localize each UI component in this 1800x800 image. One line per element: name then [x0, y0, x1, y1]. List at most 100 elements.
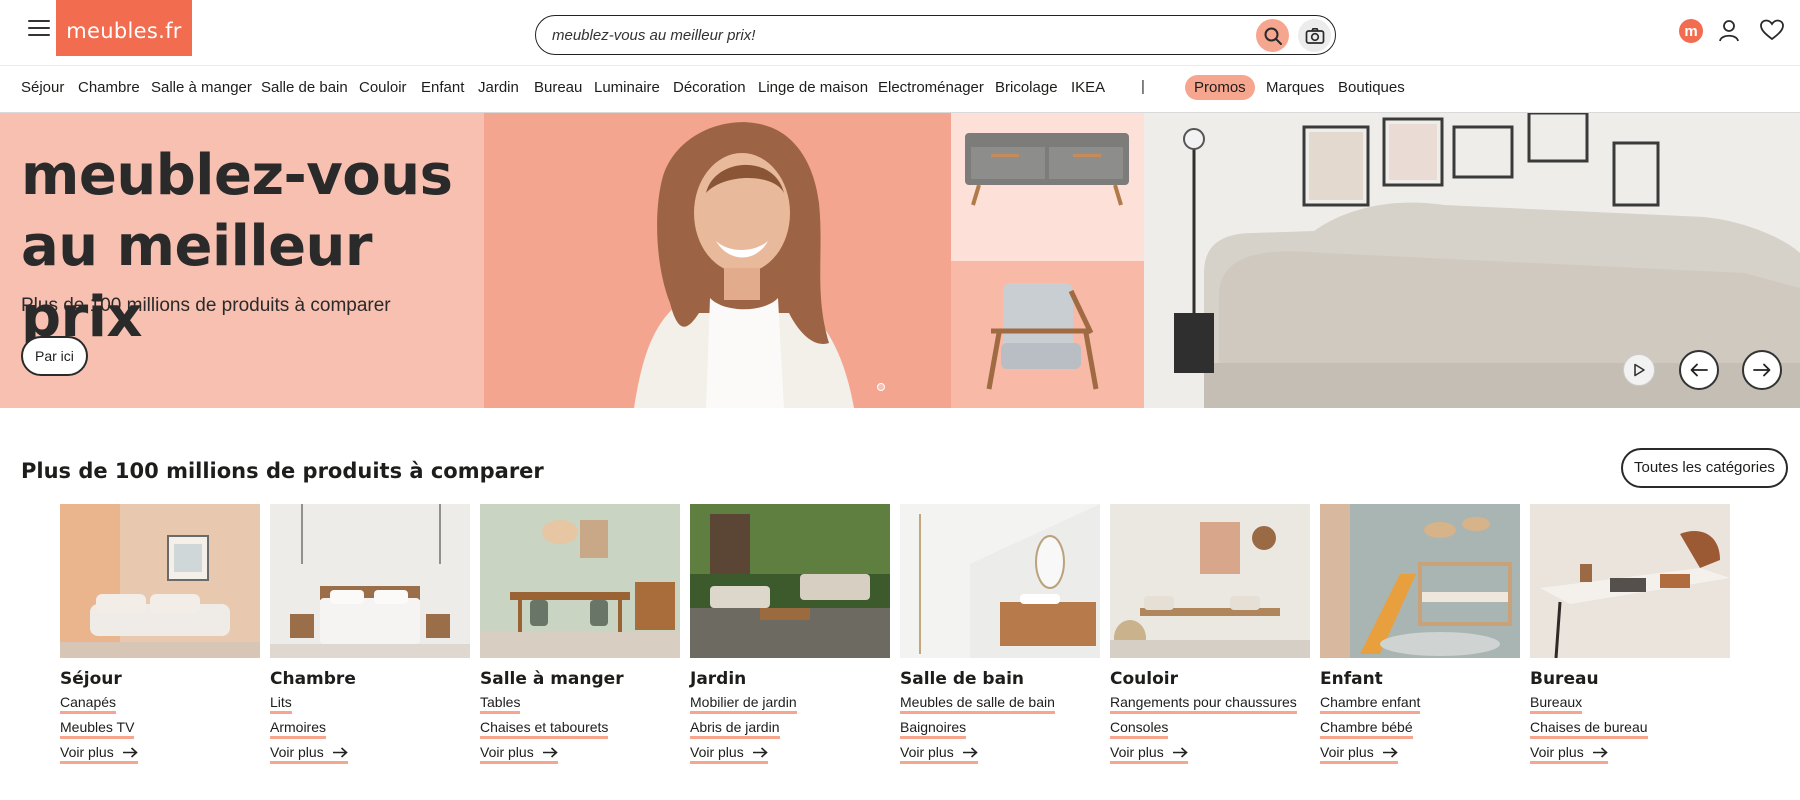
site-logo[interactable]: meubles.fr — [56, 0, 192, 56]
voir-plus-label: Voir plus — [60, 744, 114, 760]
category-link[interactable]: Meubles de salle de bain — [900, 694, 1055, 714]
hero-photo-tv-stand — [951, 113, 1144, 261]
category-image-chambre[interactable] — [270, 504, 470, 658]
voir-plus-link[interactable]: Voir plus — [1110, 744, 1188, 764]
hero-title: meublez-vous au meilleur prix — [21, 140, 484, 353]
nav-item-electromenager[interactable]: Electroménager — [878, 79, 984, 96]
nav-item-salle-a-manger[interactable]: Salle à manger — [151, 79, 252, 96]
menu-icon[interactable] — [28, 20, 50, 38]
category-link[interactable]: Mobilier de jardin — [690, 694, 797, 714]
category-title: Enfant — [1320, 669, 1383, 689]
voir-plus-link[interactable]: Voir plus — [480, 744, 558, 764]
category-image-enfant[interactable] — [1320, 504, 1520, 658]
search-bar — [535, 15, 1336, 55]
category-link[interactable]: Abris de jardin — [690, 719, 780, 739]
nav-item-bricolage[interactable]: Bricolage — [995, 79, 1058, 96]
category-link[interactable]: Chambre bébé — [1320, 719, 1413, 739]
category-link[interactable]: Consoles — [1110, 719, 1169, 739]
voir-plus-link[interactable]: Voir plus — [690, 744, 768, 764]
hero-subtitle: Plus de 100 millions de produits à compa… — [21, 295, 391, 316]
category-link[interactable]: Canapés — [60, 694, 117, 714]
voir-plus-label: Voir plus — [1110, 744, 1164, 760]
voir-plus-label: Voir plus — [270, 744, 324, 760]
nav-item-ikea[interactable]: IKEA — [1071, 79, 1105, 96]
arrow-right-icon — [1592, 746, 1608, 758]
nav-item-boutiques[interactable]: Boutiques — [1338, 79, 1405, 96]
category-title: Jardin — [690, 669, 747, 689]
voir-plus-link[interactable]: Voir plus — [900, 744, 978, 764]
nav-item-promos[interactable]: Promos — [1185, 75, 1255, 100]
category-link[interactable]: Chambre enfant — [1320, 694, 1421, 714]
category-card-couloir: Couloir Rangements pour chaussures Conso… — [1110, 504, 1310, 764]
category-link[interactable]: Chaises de bureau — [1530, 719, 1648, 739]
nav-separator: | — [1141, 78, 1145, 95]
category-link[interactable]: Lits — [270, 694, 292, 714]
category-image-salle-a-manger[interactable] — [480, 504, 680, 658]
hero-text-panel: meublez-vous au meilleur prix Plus de 10… — [0, 113, 484, 408]
voir-plus-link[interactable]: Voir plus — [1320, 744, 1398, 764]
brand-badge-icon[interactable]: m — [1679, 19, 1703, 43]
camera-icon — [1305, 27, 1324, 44]
hero-photo-woman — [484, 113, 951, 408]
category-link[interactable]: Armoires — [270, 719, 327, 739]
arrow-right-icon — [752, 746, 768, 758]
nav-item-enfant[interactable]: Enfant — [421, 79, 464, 96]
arrow-right-icon — [1172, 746, 1188, 758]
hero-cta-button[interactable]: Par ici — [21, 336, 88, 376]
category-link[interactable]: Tables — [480, 694, 521, 714]
category-title: Bureau — [1530, 669, 1599, 689]
arrow-right-icon — [962, 746, 978, 758]
user-icon[interactable] — [1718, 19, 1740, 43]
category-link[interactable]: Baignoires — [900, 719, 967, 739]
category-card-salle-de-bain: Salle de bain Meubles de salle de bain B… — [900, 504, 1100, 764]
search-input[interactable] — [552, 25, 1152, 45]
arrow-right-icon — [1753, 363, 1771, 377]
voir-plus-link[interactable]: Voir plus — [60, 744, 138, 764]
nav-item-chambre[interactable]: Chambre — [78, 79, 140, 96]
nav-item-marques[interactable]: Marques — [1266, 79, 1324, 96]
nav-item-bureau[interactable]: Bureau — [534, 79, 582, 96]
voir-plus-label: Voir plus — [900, 744, 954, 760]
heart-icon[interactable] — [1760, 19, 1784, 41]
voir-plus-label: Voir plus — [1320, 744, 1374, 760]
category-image-salle-de-bain[interactable] — [900, 504, 1100, 658]
category-card-salle-a-manger: Salle à manger Tables Chaises et taboure… — [480, 504, 680, 764]
arrow-right-icon — [122, 746, 138, 758]
category-image-bureau[interactable] — [1530, 504, 1730, 658]
search-icon — [1264, 27, 1282, 45]
category-image-couloir[interactable] — [1110, 504, 1310, 658]
image-search-button[interactable] — [1298, 19, 1331, 52]
category-image-jardin[interactable] — [690, 504, 890, 658]
arrow-right-icon — [332, 746, 348, 758]
carousel-next-button[interactable] — [1742, 350, 1782, 390]
hero-banner: meublez-vous au meilleur prix Plus de 10… — [0, 113, 1800, 408]
search-button[interactable] — [1256, 19, 1289, 52]
nav-item-salle-de-bain[interactable]: Salle de bain — [261, 79, 348, 96]
category-title: Couloir — [1110, 669, 1178, 689]
category-card-jardin: Jardin Mobilier de jardin Abris de jardi… — [690, 504, 890, 764]
all-categories-button[interactable]: Toutes les catégories — [1621, 448, 1788, 488]
nav-item-sejour[interactable]: Séjour — [21, 79, 64, 96]
carousel-dot[interactable] — [877, 383, 885, 391]
voir-plus-link[interactable]: Voir plus — [270, 744, 348, 764]
category-card-chambre: Chambre Lits Armoires Voir plus — [270, 504, 470, 764]
category-image-sejour[interactable] — [60, 504, 260, 658]
category-card-enfant: Enfant Chambre enfant Chambre bébé Voir … — [1320, 504, 1520, 764]
hero-title-line-2: au meilleur prix — [21, 214, 373, 350]
category-link[interactable]: Meubles TV — [60, 719, 135, 739]
category-title: Salle à manger — [480, 669, 624, 689]
nav-item-decoration[interactable]: Décoration — [673, 79, 746, 96]
voir-plus-label: Voir plus — [1530, 744, 1584, 760]
nav-item-luminaire[interactable]: Luminaire — [594, 79, 660, 96]
category-link[interactable]: Bureaux — [1530, 694, 1583, 714]
category-title: Chambre — [270, 669, 356, 689]
category-link[interactable]: Chaises et tabourets — [480, 719, 609, 739]
nav-item-jardin[interactable]: Jardin — [478, 79, 519, 96]
voir-plus-link[interactable]: Voir plus — [1530, 744, 1608, 764]
arrow-right-icon — [542, 746, 558, 758]
carousel-play-button[interactable] — [1623, 354, 1655, 386]
nav-item-couloir[interactable]: Couloir — [359, 79, 407, 96]
carousel-prev-button[interactable] — [1679, 350, 1719, 390]
nav-item-linge-de-maison[interactable]: Linge de maison — [758, 79, 868, 96]
category-link[interactable]: Rangements pour chaussures — [1110, 694, 1297, 714]
